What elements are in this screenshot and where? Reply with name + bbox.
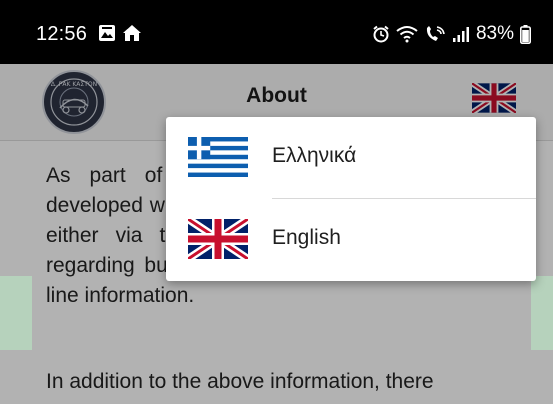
home-notification-icon: [123, 25, 141, 41]
status-right-group: 83%: [372, 23, 531, 45]
wifi-calling-icon: [426, 26, 445, 41]
about-screen: 12:56 83% Δ. ΡΑΚ ΚΑΣΤΟΝ About As part of…: [0, 0, 553, 404]
language-option-label: English: [272, 226, 341, 249]
decorative-shape-right: [531, 276, 553, 350]
status-bar: 12:56 83%: [0, 0, 553, 64]
language-option-label: Ελληνικά: [272, 144, 357, 167]
battery-icon: [520, 24, 531, 44]
notification-icons: [98, 24, 142, 42]
wifi-icon: [396, 26, 418, 43]
image-notification-icon: [99, 25, 115, 41]
greek-flag-icon: [188, 137, 248, 177]
language-option-english[interactable]: English: [166, 199, 536, 281]
alarm-icon: [373, 25, 389, 43]
uk-flag-icon: [188, 219, 248, 259]
status-time: 12:56: [36, 23, 88, 45]
language-option-greek[interactable]: Ελληνικά: [166, 117, 536, 199]
battery-percentage: 83%: [475, 23, 514, 44]
language-menu: Ελληνικά English: [166, 117, 536, 281]
signal-icon: [452, 27, 469, 42]
decorative-shape-left: [0, 276, 32, 350]
